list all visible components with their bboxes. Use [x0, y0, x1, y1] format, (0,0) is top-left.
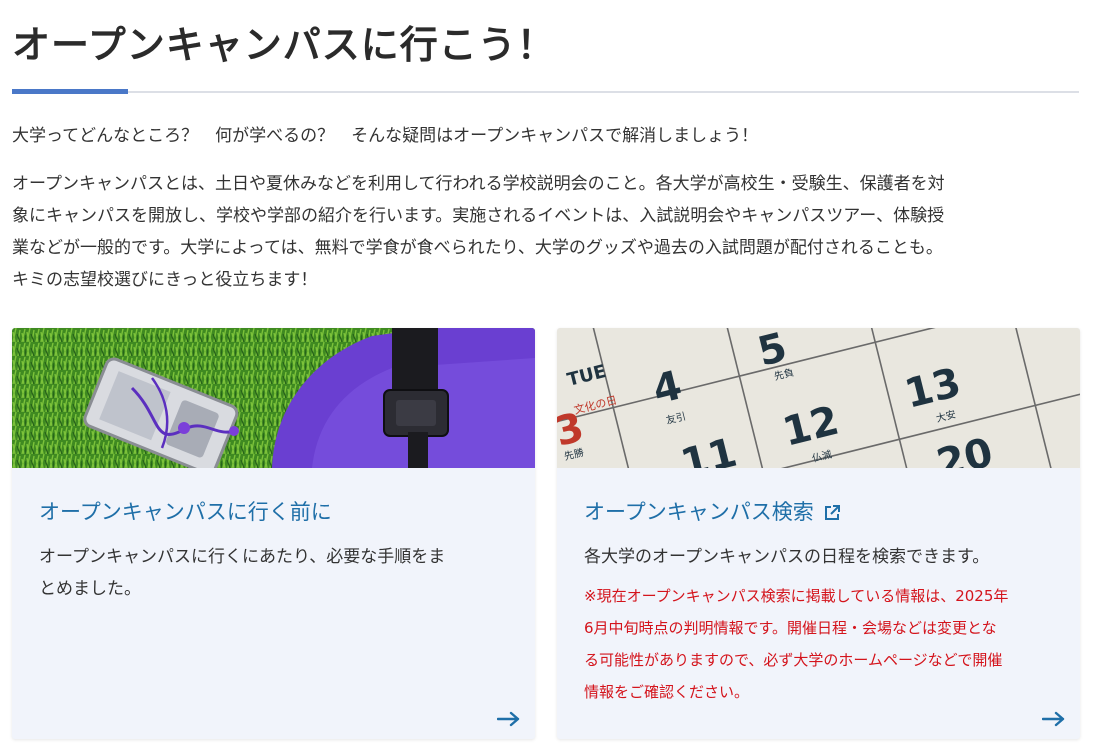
arrow-right-icon[interactable] — [1042, 711, 1066, 727]
card-note-line: 6月中旬時点の判明情報です。開催日程・会場などは変更とな — [584, 619, 997, 637]
arrow-right-icon[interactable] — [497, 711, 521, 727]
page: オープンキャンパスに行こう！ 大学ってどんなところ？ 何が学べるの？ そんな疑問… — [0, 0, 1093, 752]
description-line: キミの志望校選びにきっと役立ちます！ — [12, 270, 318, 290]
card-text-line: 各大学のオープンキャンパスの日程を検索できます。 — [584, 547, 990, 567]
description-line: 象にキャンパスを開放し、学校や学部の紹介を行います。実施されるイベントは、入試説… — [12, 206, 945, 226]
card-open-campus-search[interactable]: TUE 文化の日 3 先勝 4 友引 5 先負 11 12 仏滅 13 大安 2… — [557, 328, 1080, 739]
card-before-open-campus[interactable]: オープンキャンパスに行く前に オープンキャンパスに行くにあたり、必要な手順をま … — [12, 328, 535, 739]
grass-bag-music-player-photo — [12, 328, 535, 468]
card-text-line: オープンキャンパスに行くにあたり、必要な手順をま — [39, 547, 446, 567]
card-note: ※現在オープンキャンパス検索に掲載している情報は、2025年 6月中旬時点の判明… — [584, 580, 1054, 708]
page-title: オープンキャンパスに行こう！ — [12, 23, 556, 67]
title-divider — [12, 91, 1079, 93]
description-line: 業などが一般的です。大学によっては、無料で学食が食べられたり、大学のグッズや過去… — [12, 238, 943, 258]
description-line: オープンキャンパスとは、土日や夏休みなどを利用して行われる学校説明会のこと。各大… — [12, 174, 945, 194]
description: オープンキャンパスとは、土日や夏休みなどを利用して行われる学校説明会のこと。各大… — [12, 168, 1082, 296]
title-accent-bar — [12, 89, 128, 94]
card-note-line: ※現在オープンキャンパス検索に掲載している情報は、2025年 — [584, 587, 1009, 605]
external-link-icon — [824, 505, 840, 520]
card-title-link[interactable]: オープンキャンパス検索 — [584, 496, 842, 526]
card-text-line: とめました。 — [39, 579, 141, 599]
card-text: オープンキャンパスに行くにあたり、必要な手順をま とめました。 — [39, 541, 509, 605]
lead-text: 大学ってどんなところ？ 何が学べるの？ そんな疑問はオープンキャンパスで解消しま… — [12, 126, 759, 146]
card-title-text: オープンキャンパス検索 — [584, 500, 814, 524]
calendar-photo: TUE 文化の日 3 先勝 4 友引 5 先負 11 12 仏滅 13 大安 2… — [557, 328, 1080, 468]
card-note-line: 情報をご確認ください。 — [584, 683, 750, 701]
card-note-line: る可能性がありますので、必ず大学のホームページなどで開催 — [584, 651, 1003, 669]
card-title-link[interactable]: オープンキャンパスに行く前に — [39, 496, 332, 526]
card-text: 各大学のオープンキャンパスの日程を検索できます。 — [584, 541, 1054, 573]
